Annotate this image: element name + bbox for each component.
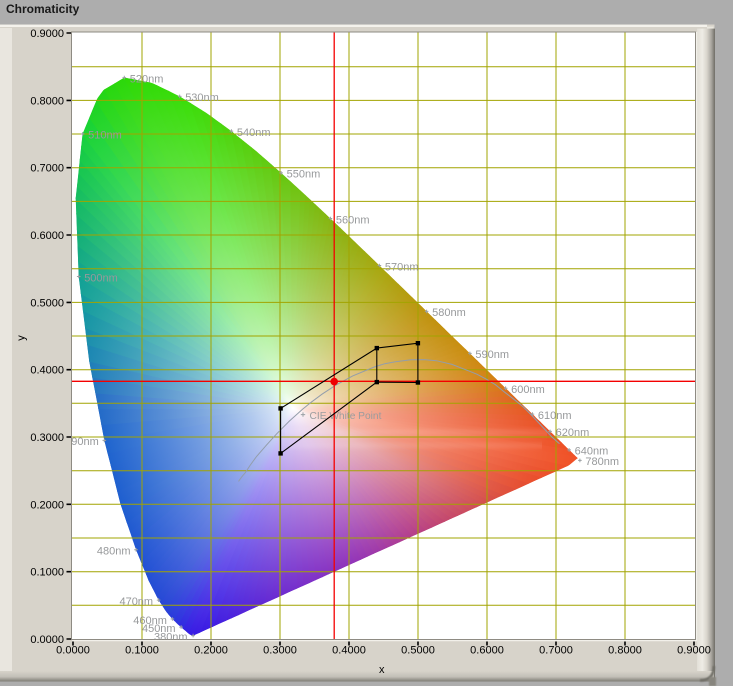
svg-text:0.5000: 0.5000: [30, 297, 64, 309]
svg-text:480nm: 480nm: [97, 546, 131, 558]
svg-text:520nm: 520nm: [130, 73, 164, 85]
svg-text:0.6000: 0.6000: [30, 230, 64, 242]
svg-text:y: y: [16, 335, 28, 341]
svg-text:0.1000: 0.1000: [125, 645, 159, 657]
svg-text:0.0000: 0.0000: [30, 634, 64, 646]
svg-text:Chromaticity: Chromaticity: [6, 2, 80, 16]
svg-text:570nm: 570nm: [385, 261, 419, 273]
svg-text:CIE White Point: CIE White Point: [310, 411, 382, 422]
svg-text:510nm: 510nm: [88, 130, 122, 142]
svg-text:0.3000: 0.3000: [263, 645, 297, 657]
svg-text:0.7000: 0.7000: [30, 163, 64, 175]
svg-text:560nm: 560nm: [336, 214, 370, 226]
svg-text:0.2000: 0.2000: [194, 645, 228, 657]
svg-text:470nm: 470nm: [119, 596, 153, 608]
svg-text:0.1000: 0.1000: [30, 567, 64, 579]
svg-text:610nm: 610nm: [538, 410, 572, 422]
svg-text:0.9000: 0.9000: [677, 645, 711, 657]
svg-text:0.5000: 0.5000: [401, 645, 435, 657]
svg-text:0.6000: 0.6000: [470, 645, 504, 657]
svg-text:550nm: 550nm: [287, 169, 321, 181]
svg-text:x: x: [379, 664, 385, 676]
svg-text:0.9000: 0.9000: [30, 28, 64, 40]
svg-text:0.4000: 0.4000: [332, 645, 366, 657]
svg-text:780nm: 780nm: [585, 456, 619, 468]
svg-text:540nm: 540nm: [237, 127, 271, 139]
svg-text:0.8000: 0.8000: [30, 95, 64, 107]
svg-text:0.8000: 0.8000: [608, 645, 642, 657]
svg-text:0.4000: 0.4000: [30, 365, 64, 377]
svg-text:530nm: 530nm: [185, 92, 219, 104]
svg-text:620nm: 620nm: [556, 427, 590, 439]
svg-text:0.3000: 0.3000: [30, 432, 64, 444]
svg-text:500nm: 500nm: [84, 272, 118, 284]
svg-text:600nm: 600nm: [511, 384, 545, 396]
svg-text:0.2000: 0.2000: [30, 499, 64, 511]
svg-text:580nm: 580nm: [432, 307, 466, 319]
svg-text:0.7000: 0.7000: [539, 645, 573, 657]
svg-text:0.0000: 0.0000: [56, 645, 90, 657]
svg-text:590nm: 590nm: [475, 349, 509, 361]
